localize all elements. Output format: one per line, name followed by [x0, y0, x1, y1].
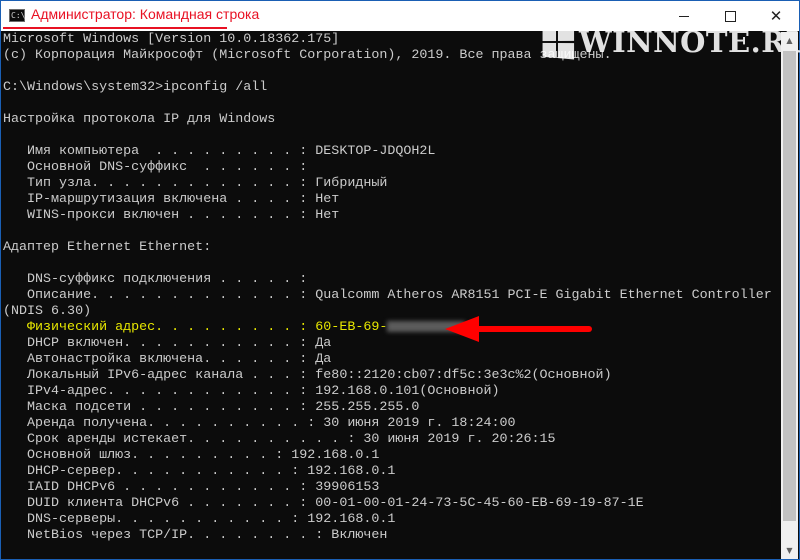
console-line: NetBios через TCP/IP. . . . . . . . : Вк…: [3, 528, 388, 543]
console-line: IP-маршрутизация включена . . . . : Нет: [3, 192, 340, 207]
console-line: Маска подсети . . . . . . . . . . : 255.…: [3, 400, 420, 415]
title-red-underline: [3, 27, 227, 29]
console-line: Основной DNS-суффикс . . . . . . :: [3, 160, 308, 175]
watermark-text: WINNOTE.RU: [579, 25, 800, 59]
console-line: Тип узла. . . . . . . . . . . . . : Гибр…: [3, 176, 388, 191]
cmd-window: C:\ Администратор: Командная строка ✕ Mi…: [0, 0, 800, 560]
console-line: Аренда получена. . . . . . . . . . : 30 …: [3, 416, 516, 431]
console-line: DHCP-сервер. . . . . . . . . . . : 192.1…: [3, 464, 396, 479]
console-output[interactable]: Microsoft Windows [Version 10.0.18362.17…: [3, 32, 779, 559]
console-line: Основной шлюз. . . . . . . . . : 192.168…: [3, 448, 380, 463]
console-line: Описание. . . . . . . . . . . . . : Qual…: [3, 288, 772, 303]
console-line: DUID клиента DHCPv6 . . . . . . . : 00-0…: [3, 496, 644, 511]
console-line: Локальный IPv6-адрес канала . . . : fe80…: [3, 368, 612, 383]
watermark: WINNOTE.RU: [541, 17, 800, 67]
console-line: Адаптер Ethernet Ethernet:: [3, 240, 212, 255]
console-line: Имя компьютера . . . . . . . . . : DESKT…: [3, 144, 436, 159]
scroll-up-icon[interactable]: ▲: [781, 32, 798, 49]
console-line: DNS-суффикс подключения . . . . . :: [3, 272, 308, 287]
window-title: Администратор: Командная строка: [31, 6, 260, 22]
console-line: Срок аренды истекает. . . . . . . . . . …: [3, 432, 556, 447]
console-line: WINS-прокси включен . . . . . . . : Нет: [3, 208, 340, 223]
cmd-app-icon: C:\: [9, 9, 26, 22]
console-line: Настройка протокола IP для Windows: [3, 112, 276, 127]
scroll-down-icon[interactable]: ▼: [781, 542, 798, 559]
mac-address-line: Физический адрес. . . . . . . . . : 60-E…: [3, 320, 779, 336]
console-line: (NDIS 6.30): [3, 304, 92, 319]
console-line: DNS-серверы. . . . . . . . . . . : 192.1…: [3, 512, 396, 527]
console-line: C:\Windows\system32>ipconfig /all: [3, 80, 268, 95]
windows-logo-icon: [542, 24, 575, 60]
console-line: IPv4-адрес. . . . . . . . . . . . : 192.…: [3, 384, 500, 399]
console-line: IAID DHCPv6 . . . . . . . . . . . : 3990…: [3, 480, 380, 495]
console-line: DHCP включен. . . . . . . . . . . : Да: [3, 336, 332, 351]
red-arrow-icon: [445, 316, 592, 342]
vertical-scrollbar[interactable]: ▲ ▼: [781, 32, 798, 559]
mac-address-value: 60-EB-69-: [315, 320, 388, 335]
mac-address-label: Физический адрес. . . . . . . . . :: [3, 320, 316, 335]
console-line: Автонастройка включена. . . . . . : Да: [3, 352, 332, 367]
scroll-thumb[interactable]: [783, 51, 796, 521]
